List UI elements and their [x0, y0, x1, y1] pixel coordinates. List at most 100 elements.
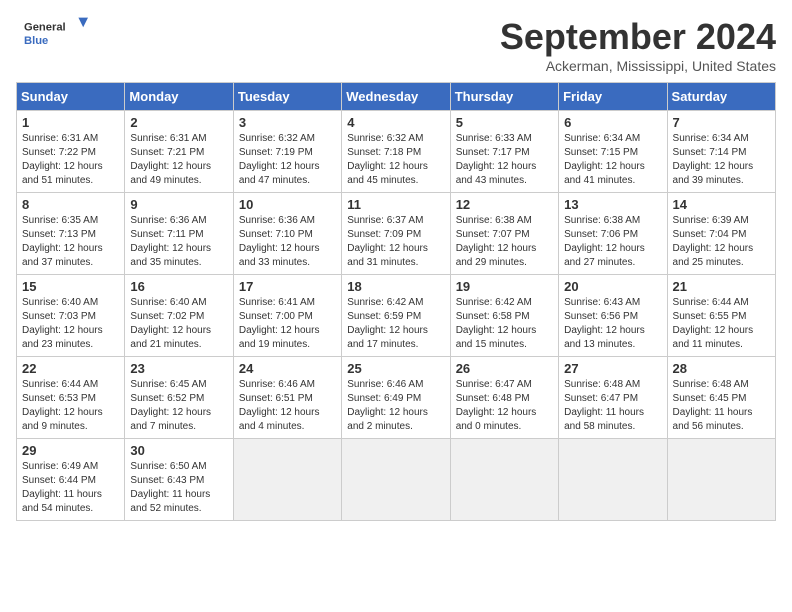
day-cell: 5 Sunrise: 6:33 AMSunset: 7:17 PMDaylight…	[450, 111, 558, 193]
day-cell: 6 Sunrise: 6:34 AMSunset: 7:15 PMDaylight…	[559, 111, 667, 193]
day-info: Sunrise: 6:43 AMSunset: 6:56 PMDaylight:…	[564, 296, 661, 352]
day-number: 21	[673, 279, 770, 294]
day-info: Sunrise: 6:32 AMSunset: 7:19 PMDaylight:…	[239, 132, 336, 188]
day-number: 12	[456, 197, 553, 212]
day-cell: 17 Sunrise: 6:41 AMSunset: 7:00 PMDayligh…	[233, 275, 341, 357]
day-cell: 29 Sunrise: 6:49 AMSunset: 6:44 PMDayligh…	[17, 439, 125, 521]
day-info: Sunrise: 6:34 AMSunset: 7:15 PMDaylight:…	[564, 132, 661, 188]
logo-icon: General Blue	[16, 16, 96, 48]
day-info: Sunrise: 6:38 AMSunset: 7:07 PMDaylight:…	[456, 214, 553, 270]
day-cell: 19 Sunrise: 6:42 AMSunset: 6:58 PMDayligh…	[450, 275, 558, 357]
day-number: 27	[564, 361, 661, 376]
week-row-4: 29 Sunrise: 6:49 AMSunset: 6:44 PMDayligh…	[17, 439, 776, 521]
day-info: Sunrise: 6:37 AMSunset: 7:09 PMDaylight:…	[347, 214, 444, 270]
day-cell: 11Sunrise: 6:37 AMSunset: 7:09 PMDayligh…	[342, 193, 450, 275]
header-cell-sunday: Sunday	[17, 83, 125, 111]
day-number: 29	[22, 443, 119, 458]
day-number: 6	[564, 115, 661, 130]
day-info: Sunrise: 6:40 AMSunset: 7:03 PMDaylight:…	[22, 296, 119, 352]
day-cell: 30 Sunrise: 6:50 AMSunset: 6:43 PMDayligh…	[125, 439, 233, 521]
day-cell: 2Sunrise: 6:31 AMSunset: 7:21 PMDaylight…	[125, 111, 233, 193]
day-info: Sunrise: 6:36 AMSunset: 7:11 PMDaylight:…	[130, 214, 227, 270]
day-cell: 9 Sunrise: 6:36 AMSunset: 7:11 PMDaylight…	[125, 193, 233, 275]
location: Ackerman, Mississippi, United States	[500, 58, 776, 74]
week-row-0: 1Sunrise: 6:31 AMSunset: 7:22 PMDaylight…	[17, 111, 776, 193]
day-cell: 12 Sunrise: 6:38 AMSunset: 7:07 PMDayligh…	[450, 193, 558, 275]
week-row-2: 15 Sunrise: 6:40 AMSunset: 7:03 PMDayligh…	[17, 275, 776, 357]
day-info: Sunrise: 6:50 AMSunset: 6:43 PMDaylight:…	[130, 460, 227, 516]
day-number: 14	[673, 197, 770, 212]
day-number: 17	[239, 279, 336, 294]
day-cell: 13Sunrise: 6:38 AMSunset: 7:06 PMDayligh…	[559, 193, 667, 275]
day-number: 24	[239, 361, 336, 376]
day-cell: 1Sunrise: 6:31 AMSunset: 7:22 PMDaylight…	[17, 111, 125, 193]
day-number: 3	[239, 115, 336, 130]
day-info: Sunrise: 6:47 AMSunset: 6:48 PMDaylight:…	[456, 378, 553, 434]
day-cell: 22Sunrise: 6:44 AMSunset: 6:53 PMDayligh…	[17, 357, 125, 439]
day-number: 22	[22, 361, 119, 376]
day-cell: 24 Sunrise: 6:46 AMSunset: 6:51 PMDayligh…	[233, 357, 341, 439]
day-cell: 4 Sunrise: 6:32 AMSunset: 7:18 PMDaylight…	[342, 111, 450, 193]
day-cell: 28Sunrise: 6:48 AMSunset: 6:45 PMDayligh…	[667, 357, 775, 439]
day-number: 19	[456, 279, 553, 294]
month-title: September 2024	[500, 16, 776, 58]
day-info: Sunrise: 6:32 AMSunset: 7:18 PMDaylight:…	[347, 132, 444, 188]
header-cell-monday: Monday	[125, 83, 233, 111]
day-number: 5	[456, 115, 553, 130]
header-cell-thursday: Thursday	[450, 83, 558, 111]
day-info: Sunrise: 6:41 AMSunset: 7:00 PMDaylight:…	[239, 296, 336, 352]
day-info: Sunrise: 6:34 AMSunset: 7:14 PMDaylight:…	[673, 132, 770, 188]
header-cell-tuesday: Tuesday	[233, 83, 341, 111]
day-cell: 23 Sunrise: 6:45 AMSunset: 6:52 PMDayligh…	[125, 357, 233, 439]
day-number: 28	[673, 361, 770, 376]
day-number: 20	[564, 279, 661, 294]
page-header: General Blue September 2024 Ackerman, Mi…	[16, 16, 776, 74]
logo: General Blue	[16, 16, 96, 48]
day-info: Sunrise: 6:46 AMSunset: 6:51 PMDaylight:…	[239, 378, 336, 434]
day-cell: 16 Sunrise: 6:40 AMSunset: 7:02 PMDayligh…	[125, 275, 233, 357]
week-row-1: 8Sunrise: 6:35 AMSunset: 7:13 PMDaylight…	[17, 193, 776, 275]
day-number: 15	[22, 279, 119, 294]
day-cell: 25 Sunrise: 6:46 AMSunset: 6:49 PMDayligh…	[342, 357, 450, 439]
day-number: 16	[130, 279, 227, 294]
day-cell: 18Sunrise: 6:42 AMSunset: 6:59 PMDayligh…	[342, 275, 450, 357]
day-number: 10	[239, 197, 336, 212]
svg-text:General: General	[24, 21, 66, 33]
day-info: Sunrise: 6:42 AMSunset: 6:58 PMDaylight:…	[456, 296, 553, 352]
day-number: 7	[673, 115, 770, 130]
day-number: 25	[347, 361, 444, 376]
header-row: SundayMondayTuesdayWednesdayThursdayFrid…	[17, 83, 776, 111]
day-cell: 15 Sunrise: 6:40 AMSunset: 7:03 PMDayligh…	[17, 275, 125, 357]
header-cell-wednesday: Wednesday	[342, 83, 450, 111]
day-number: 9	[130, 197, 227, 212]
day-info: Sunrise: 6:49 AMSunset: 6:44 PMDaylight:…	[22, 460, 119, 516]
day-info: Sunrise: 6:40 AMSunset: 7:02 PMDaylight:…	[130, 296, 227, 352]
day-info: Sunrise: 6:35 AMSunset: 7:13 PMDaylight:…	[22, 214, 119, 270]
day-info: Sunrise: 6:46 AMSunset: 6:49 PMDaylight:…	[347, 378, 444, 434]
day-info: Sunrise: 6:36 AMSunset: 7:10 PMDaylight:…	[239, 214, 336, 270]
day-number: 1	[22, 115, 119, 130]
calendar-table: SundayMondayTuesdayWednesdayThursdayFrid…	[16, 82, 776, 521]
day-cell: 8Sunrise: 6:35 AMSunset: 7:13 PMDaylight…	[17, 193, 125, 275]
day-number: 18	[347, 279, 444, 294]
day-number: 30	[130, 443, 227, 458]
day-cell: 27 Sunrise: 6:48 AMSunset: 6:47 PMDayligh…	[559, 357, 667, 439]
day-info: Sunrise: 6:48 AMSunset: 6:47 PMDaylight:…	[564, 378, 661, 434]
day-info: Sunrise: 6:33 AMSunset: 7:17 PMDaylight:…	[456, 132, 553, 188]
day-number: 26	[456, 361, 553, 376]
title-block: September 2024 Ackerman, Mississippi, Un…	[500, 16, 776, 74]
day-cell: 20 Sunrise: 6:43 AMSunset: 6:56 PMDayligh…	[559, 275, 667, 357]
day-cell	[559, 439, 667, 521]
day-cell	[667, 439, 775, 521]
day-cell	[450, 439, 558, 521]
day-info: Sunrise: 6:38 AMSunset: 7:06 PMDaylight:…	[564, 214, 661, 270]
day-number: 23	[130, 361, 227, 376]
header-cell-friday: Friday	[559, 83, 667, 111]
day-cell: 14Sunrise: 6:39 AMSunset: 7:04 PMDayligh…	[667, 193, 775, 275]
day-info: Sunrise: 6:45 AMSunset: 6:52 PMDaylight:…	[130, 378, 227, 434]
day-cell: 21Sunrise: 6:44 AMSunset: 6:55 PMDayligh…	[667, 275, 775, 357]
day-number: 4	[347, 115, 444, 130]
day-cell	[233, 439, 341, 521]
week-row-3: 22Sunrise: 6:44 AMSunset: 6:53 PMDayligh…	[17, 357, 776, 439]
day-cell: 3 Sunrise: 6:32 AMSunset: 7:19 PMDaylight…	[233, 111, 341, 193]
